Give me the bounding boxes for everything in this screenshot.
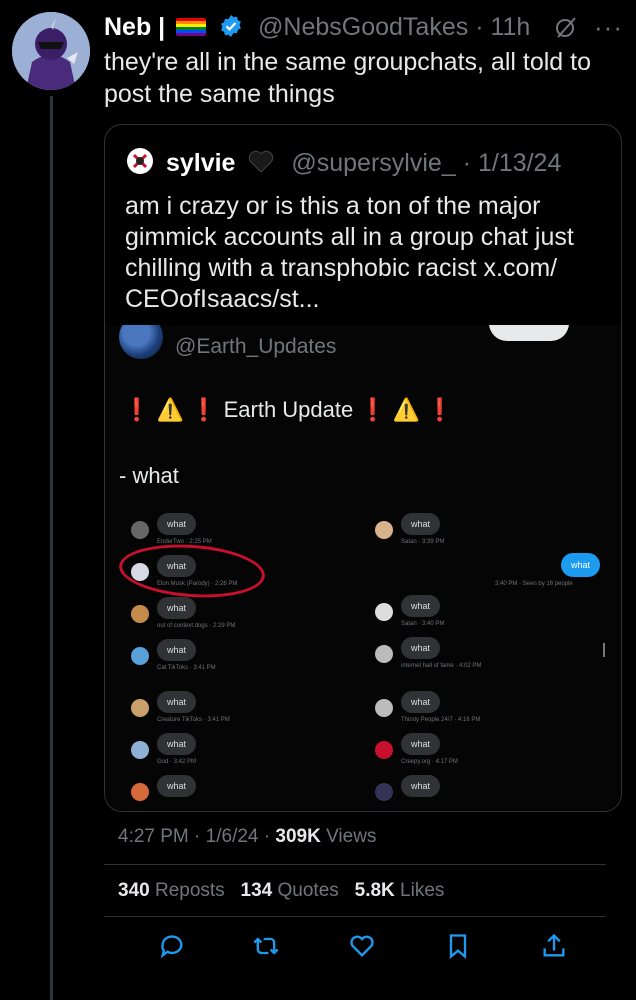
reposts-link[interactable]: 340 Reposts <box>118 880 225 901</box>
exclamation-icon: ❗ <box>426 397 454 422</box>
chat-bubble: what <box>157 775 197 797</box>
reply-icon[interactable] <box>158 932 186 960</box>
like-icon[interactable] <box>348 932 376 960</box>
own-message-meta: 3:40 PM · Seen by 16 people <box>495 581 573 587</box>
chat-bubble: what <box>157 597 197 619</box>
chat-bubble: what <box>157 691 197 713</box>
chat-avatar <box>375 741 393 759</box>
quote-header: sylvie @supersylvie_ · 1/13/24 <box>125 147 561 178</box>
quote-author-name[interactable]: sylvie <box>166 149 236 177</box>
quote-separator: · <box>462 149 471 177</box>
chat-meta: EnderTwo · 2:25 PM <box>157 539 212 545</box>
grok-icon[interactable] <box>554 14 578 40</box>
views-count: 309K <box>275 826 321 847</box>
reposts-label: Reposts <box>154 880 225 901</box>
chat-bubble: what <box>157 733 197 755</box>
chat-bubble: what <box>401 775 441 797</box>
author-avatar[interactable] <box>12 12 90 90</box>
embed-handle: @Earth_Updates <box>175 335 337 358</box>
chat-avatar <box>375 521 393 539</box>
author-handle[interactable]: @NebsGoodTakes <box>258 13 468 41</box>
thread-line <box>50 96 53 1000</box>
post-full-date[interactable]: 1/6/24 <box>206 826 259 847</box>
divider <box>104 864 606 865</box>
chat-avatar <box>131 741 149 759</box>
chat-avatar <box>131 605 149 623</box>
verified-icon <box>221 15 241 37</box>
chat-meta: internet hall of fame · 4:02 PM <box>401 663 482 669</box>
more-icon[interactable]: ··· <box>594 12 623 43</box>
rainbow-flag-icon <box>176 18 207 36</box>
chat-avatar <box>131 783 149 801</box>
chat-meta: Creature TikToks · 3:41 PM <box>157 717 230 723</box>
likes-link[interactable]: 5.8K Likes <box>355 880 445 901</box>
earth-updates-avatar <box>119 325 163 359</box>
divider <box>104 916 606 917</box>
chat-meta: out of context dogs · 2:29 PM <box>157 623 236 629</box>
quote-handle[interactable]: @supersylvie_ <box>291 149 455 177</box>
chat-meta: Thirsty People 24/7 · 4:16 PM <box>401 717 481 723</box>
headline-text: Earth Update <box>223 397 354 422</box>
post-header: Neb | @NebsGoodTakes · 11h <box>104 12 530 42</box>
chat-meta: Satan · 3:40 PM <box>401 621 445 627</box>
chat-bubble: what <box>157 555 197 577</box>
chat-meta: Creepy.org · 4:17 PM <box>401 759 458 765</box>
quote-image[interactable]: @Earth_Updates ❗ ⚠️ ❗ Earth Update ❗ ⚠️ … <box>105 325 621 811</box>
follow-button <box>489 325 569 341</box>
warning-icon: ⚠️ <box>392 397 421 422</box>
chat-avatar <box>375 645 393 663</box>
chat-bubble: what <box>401 691 441 713</box>
black-heart-icon <box>249 150 274 173</box>
exclamation-icon: ❗ <box>359 397 387 422</box>
chat-bubble: what <box>401 637 441 659</box>
author-name[interactable]: Neb | <box>104 13 165 41</box>
chat-bubble: what <box>157 513 197 535</box>
chat-bubble: what <box>157 639 197 661</box>
scroll-indicator <box>603 643 605 657</box>
chat-avatar <box>375 603 393 621</box>
post-text: they're all in the same groupchats, all … <box>104 48 591 108</box>
exclamation-icon: ❗ <box>123 397 151 422</box>
quote-text: am i crazy or is this a ton of the major… <box>125 192 574 313</box>
engagement-stats: 340 Reposts 134 Quotes 5.8K Likes <box>118 880 444 902</box>
share-icon[interactable] <box>540 932 568 960</box>
quotes-label: Quotes <box>277 880 339 901</box>
embed-body: - what <box>119 463 179 488</box>
chat-meta: God · 3:42 PM <box>157 759 197 765</box>
embed-headline: ❗ ⚠️ ❗ Earth Update ❗ ⚠️ ❗ <box>123 397 454 423</box>
chat-avatar <box>131 699 149 717</box>
bookmark-icon[interactable] <box>444 932 472 960</box>
chat-bubble: what <box>401 595 441 617</box>
warning-icon: ⚠️ <box>156 397 184 422</box>
likes-count: 5.8K <box>354 880 395 901</box>
reposts-count: 340 <box>118 880 150 901</box>
chat-avatar <box>131 563 149 581</box>
quotes-link[interactable]: 134 Quotes <box>241 880 339 901</box>
header-separator: · <box>475 13 484 41</box>
chat-bubble: what <box>401 733 441 755</box>
chat-bubble: what <box>401 513 441 535</box>
quote-avatar <box>127 148 153 174</box>
views-label: Views <box>326 826 377 847</box>
own-message-bubble: what <box>561 553 601 577</box>
chat-meta: Cat TikToks · 3:41 PM <box>157 665 216 671</box>
exclamation-icon: ❗ <box>190 397 218 422</box>
chat-avatar <box>131 521 149 539</box>
likes-label: Likes <box>400 880 445 901</box>
chat-avatar <box>375 699 393 717</box>
chat-meta: Elon Musk (Parody) · 2:26 PM <box>157 581 238 587</box>
repost-icon[interactable] <box>252 932 280 960</box>
post-time[interactable]: 11h <box>490 13 530 41</box>
post-full-time[interactable]: 4:27 PM <box>118 826 189 847</box>
chat-avatar <box>131 647 149 665</box>
quoted-post[interactable]: sylvie @supersylvie_ · 1/13/24 am i craz… <box>104 124 622 812</box>
quote-date: 1/13/24 <box>477 149 562 177</box>
post-meta: 4:27 PM · 1/6/24 · 309K Views <box>118 826 377 847</box>
chat-meta: Satan · 3:39 PM <box>401 539 445 545</box>
quotes-count: 134 <box>240 880 273 901</box>
chat-avatar <box>375 783 393 801</box>
